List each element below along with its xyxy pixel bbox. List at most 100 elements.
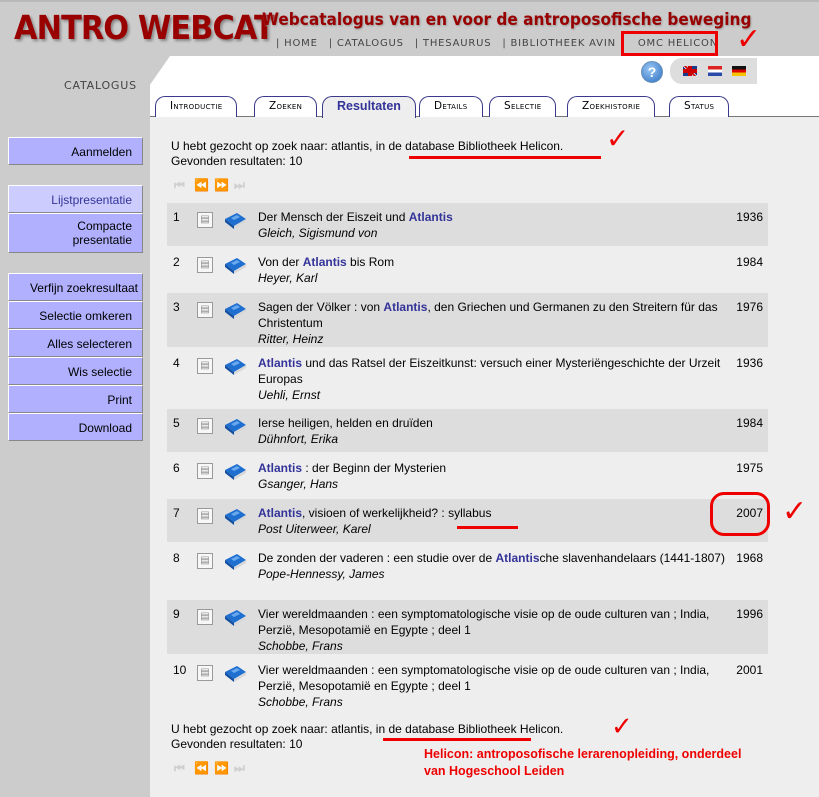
nav-home[interactable]: | HOME — [276, 38, 318, 49]
compact-view-button[interactable]: Compacte presentatie — [8, 213, 143, 253]
add-to-selection-icon[interactable]: ▤ — [197, 463, 213, 479]
result-author: Post Uiterweer, Karel — [258, 522, 371, 536]
book-icon[interactable] — [223, 664, 247, 684]
result-year: 1984 — [736, 255, 763, 269]
result-year: 1936 — [736, 210, 763, 224]
site-tagline: Webcatalogus van en voor de antroposofis… — [262, 10, 752, 29]
title-highlight: Atlantis — [383, 300, 428, 314]
add-to-selection-icon[interactable]: ▤ — [197, 257, 213, 273]
title-text: Ierse heiligen, helden en druïden — [258, 416, 433, 430]
book-icon[interactable] — [223, 507, 247, 527]
result-title[interactable]: Der Mensch der Eiszeit und Atlantis Gleic… — [258, 209, 728, 241]
flag-uk-icon[interactable] — [683, 66, 697, 76]
help-icon[interactable]: ? — [641, 61, 663, 83]
nav-catalogus[interactable]: | CATALOGUS — [329, 38, 404, 49]
result-author: Heyer, Karl — [258, 271, 318, 285]
annotation-note-line-2: van Hogeschool Leiden — [424, 764, 565, 778]
annotation-checkmark: ✓ — [611, 712, 633, 742]
result-year: 1996 — [736, 607, 763, 621]
add-to-selection-icon[interactable]: ▤ — [197, 508, 213, 524]
result-row: 9 ▤ Vier wereldmaanden : een symptomatolog… — [167, 600, 768, 654]
book-icon[interactable] — [223, 462, 247, 482]
site-logo[interactable]: ANTRO WEBCAT — [14, 8, 275, 47]
result-title[interactable]: Atlantis, visioen of werkelijkheid? : sy… — [258, 505, 728, 537]
annotation-checkmark: ✓ — [782, 494, 808, 529]
flag-nl-icon[interactable] — [708, 66, 722, 76]
book-icon[interactable] — [223, 552, 247, 572]
prev-page-icon[interactable]: ⏪ — [194, 179, 210, 191]
result-author: Gsanger, Hans — [258, 477, 339, 491]
result-number: 6 — [173, 461, 180, 475]
result-title[interactable]: Atlantis : der Beginn der Mysterien Gsang… — [258, 460, 728, 492]
add-to-selection-icon[interactable]: ▤ — [197, 418, 213, 434]
tab-status[interactable]: Status — [669, 96, 730, 117]
book-icon[interactable] — [223, 256, 247, 276]
compact-view-label-2: presentatie — [72, 233, 132, 247]
tab-resultaten[interactable]: Resultaten — [322, 96, 416, 118]
last-page-icon[interactable]: ⏭ — [234, 179, 250, 191]
title-text: : der Beginn der Mysterien — [302, 461, 447, 475]
result-row: 2 ▤ Von der Atlantis bis Rom Heyer, Karl 198… — [167, 248, 768, 291]
book-icon[interactable] — [223, 608, 247, 628]
first-page-icon[interactable]: ⏮ — [174, 762, 190, 774]
tab-introductie[interactable]: Introductie — [155, 96, 238, 117]
refine-results-button[interactable]: Verfijn zoekresultaat — [8, 273, 143, 301]
add-to-selection-icon[interactable]: ▤ — [197, 609, 213, 625]
book-icon[interactable] — [223, 301, 247, 321]
title-highlight: Atlantis — [408, 210, 453, 224]
result-title[interactable]: Sagen der Völker : von Atlantis, den Gri… — [258, 299, 728, 347]
title-text: che slavenhandelaars (1441-1807) — [539, 551, 725, 565]
download-button[interactable]: Download — [8, 413, 143, 441]
title-text: Von der — [258, 255, 303, 269]
next-page-icon[interactable]: ⏩ — [214, 762, 230, 774]
add-to-selection-icon[interactable]: ▤ — [197, 302, 213, 318]
compact-view-label-1: Compacte — [77, 219, 132, 233]
add-to-selection-icon[interactable]: ▤ — [197, 553, 213, 569]
result-title[interactable]: De zonden der vaderen : een studie over … — [258, 550, 728, 582]
search-summary-text: U hebt gezocht op zoek naar: atlantis, i… — [171, 139, 564, 153]
last-page-icon[interactable]: ⏭ — [234, 762, 250, 774]
book-icon[interactable] — [223, 357, 247, 377]
clear-selection-button[interactable]: Wis selectie — [8, 357, 143, 385]
tab-selectie[interactable]: Selectie — [489, 96, 557, 117]
title-highlight: Atlantis — [302, 255, 347, 269]
annotation-checkmark: ✓ — [606, 122, 630, 155]
result-number: 10 — [173, 663, 187, 677]
result-title[interactable]: Atlantis und das Ratsel der Eiszeitkunst… — [258, 355, 728, 403]
book-icon[interactable] — [223, 417, 247, 437]
result-row: 3 ▤ Sagen der Völker : von Atlantis, den G… — [167, 293, 768, 347]
print-button[interactable]: Print — [8, 385, 143, 413]
nav-bibliotheek-avin[interactable]: | BIBLIOTHEEK AVIN — [502, 38, 615, 49]
result-number: 2 — [173, 255, 180, 269]
result-number: 1 — [173, 210, 180, 224]
tab-zoekhistorie[interactable]: Zoekhistorie — [567, 96, 656, 117]
add-to-selection-icon[interactable]: ▤ — [197, 358, 213, 374]
title-highlight: Atlantis — [495, 551, 540, 565]
tab-zoeken[interactable]: Zoeken — [254, 96, 318, 117]
invert-selection-button[interactable]: Selectie omkeren — [8, 301, 143, 329]
select-all-button[interactable]: Alles selecteren — [8, 329, 143, 357]
first-page-icon[interactable]: ⏮ — [174, 179, 190, 191]
tab-details[interactable]: Details — [419, 96, 483, 117]
next-page-icon[interactable]: ⏩ — [214, 179, 230, 191]
title-text: Vier wereldmaanden : een symptomatologis… — [258, 607, 710, 637]
result-title[interactable]: Vier wereldmaanden : een symptomatologis… — [258, 606, 728, 654]
annotation-underline — [409, 156, 601, 159]
prev-page-icon[interactable]: ⏪ — [194, 762, 210, 774]
list-view-button[interactable]: Lijstpresentatie — [8, 185, 143, 213]
result-title[interactable]: Ierse heiligen, helden en druïden Dühnfor… — [258, 415, 728, 447]
result-row: 1 ▤ Der Mensch der Eiszeit und Atlantis Gle… — [167, 203, 768, 246]
add-to-selection-icon[interactable]: ▤ — [197, 665, 213, 681]
add-to-selection-icon[interactable]: ▤ — [197, 212, 213, 228]
book-icon[interactable] — [223, 211, 247, 231]
flag-de-icon[interactable] — [732, 66, 746, 76]
result-year: 1976 — [736, 300, 763, 314]
login-button[interactable]: Aanmelden — [8, 137, 143, 165]
result-title[interactable]: Vier wereldmaanden : een symptomatologis… — [258, 662, 728, 710]
result-author: Schobbe, Frans — [258, 639, 343, 653]
annotation-note: Helicon: antroposofische lerarenopleidin… — [424, 746, 741, 780]
result-number: 9 — [173, 607, 180, 621]
result-title[interactable]: Von der Atlantis bis Rom Heyer, Karl — [258, 254, 728, 286]
nav-thesaurus[interactable]: | THESAURUS — [415, 38, 492, 49]
sidebar: Aanmelden Lijstpresentatie Compacte pres… — [8, 137, 143, 441]
